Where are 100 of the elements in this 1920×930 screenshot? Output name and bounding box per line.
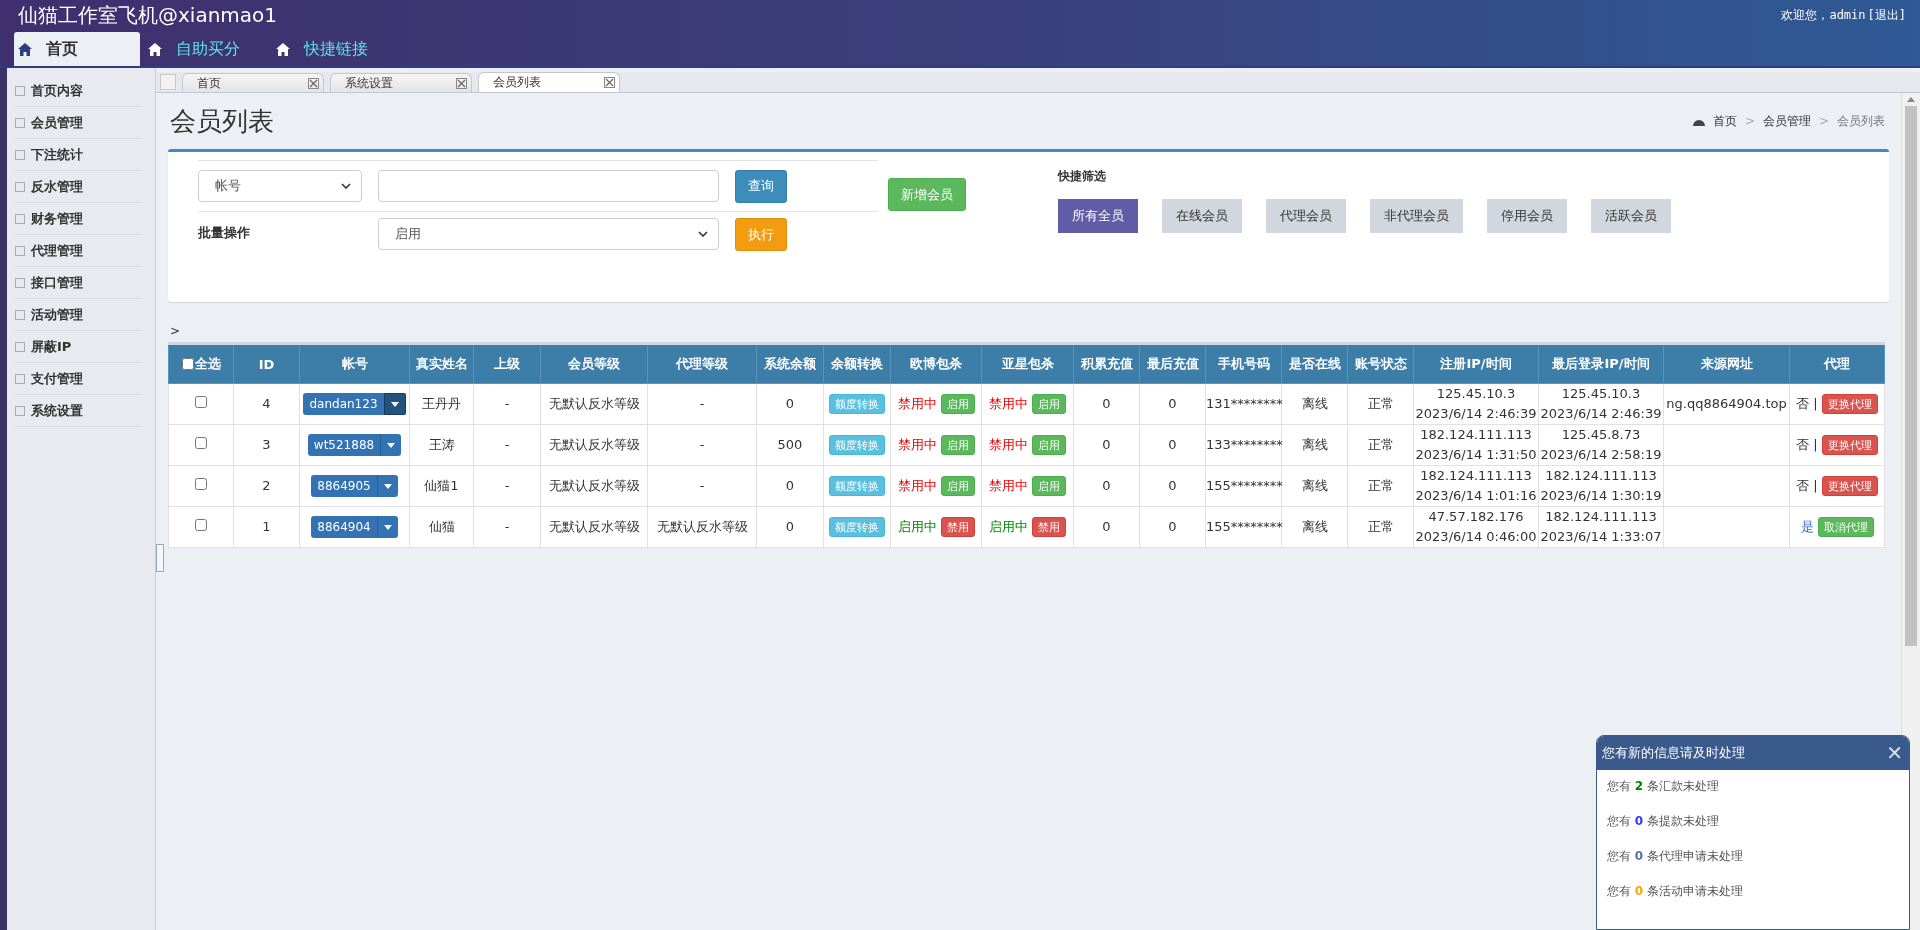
quick-filter-title: 快捷筛选 — [1058, 168, 1107, 185]
logout-link[interactable]: [退出] — [1867, 6, 1906, 24]
toggle-button[interactable]: 禁用 — [940, 517, 975, 537]
sidebar-item[interactable]: 下注统计 — [15, 140, 141, 171]
close-icon[interactable] — [604, 77, 615, 88]
breadcrumb-separator: > — [1744, 114, 1755, 128]
caret-icon — [383, 483, 392, 489]
breadcrumb-link[interactable]: 会员列表 — [1837, 112, 1885, 130]
time-text: 2023/6/14 1:01:16 — [1414, 487, 1538, 505]
close-icon[interactable] — [308, 77, 319, 89]
account-dropdown[interactable]: dandan123 — [303, 393, 406, 415]
status-text: 禁用中 — [989, 477, 1028, 495]
sidebar-item[interactable]: 财务管理 — [15, 204, 141, 235]
sidebar-item[interactable]: 屏蔽IP — [15, 332, 141, 363]
table-cell: 王涛 — [409, 424, 474, 466]
field-select[interactable]: 帐号 — [198, 170, 362, 202]
account-dropdown[interactable]: wt521888 — [307, 434, 402, 456]
row-checkbox[interactable] — [195, 396, 207, 408]
sidebar-item[interactable]: 反水管理 — [15, 172, 141, 203]
query-button[interactable]: 查询 — [735, 169, 787, 203]
row-checkbox[interactable] — [195, 437, 207, 449]
account-dropdown[interactable]: 8864905 — [311, 475, 398, 497]
notification-text: 您有 0 条提款未处理 — [1607, 813, 1720, 830]
page-tab[interactable]: 首页 — [182, 73, 324, 92]
column-header: 会员等级 — [540, 343, 648, 384]
column-header: 亚星包杀 — [981, 343, 1074, 384]
close-icon[interactable] — [456, 77, 467, 89]
column-header: 余额转换 — [823, 343, 891, 384]
select-all-label: 全选 — [194, 355, 221, 373]
table-cell: 500 — [756, 424, 824, 466]
table-cell: 离线 — [1281, 465, 1348, 507]
close-button[interactable]: ✕ — [1886, 741, 1903, 765]
home-icon — [18, 42, 32, 56]
table-cell: - — [647, 424, 757, 466]
table-cell: 155******** — [1205, 506, 1282, 548]
sidebar-item[interactable]: 接口管理 — [15, 268, 141, 299]
filter-button[interactable]: 活跃会员 — [1591, 199, 1671, 233]
filter-button[interactable]: 代理会员 — [1266, 199, 1346, 233]
time-text: 2023/6/14 1:30:19 — [1539, 487, 1663, 505]
agent-button[interactable]: 更换代理 — [1821, 476, 1878, 496]
sidebar-item[interactable]: 代理管理 — [15, 236, 141, 267]
chevron-down-icon — [698, 231, 708, 237]
filter-button[interactable]: 所有全员 — [1058, 199, 1138, 233]
agent-button[interactable]: 更换代理 — [1821, 435, 1878, 455]
column-header: 是否在线 — [1281, 343, 1348, 384]
breadcrumb-link[interactable]: 首页 — [1712, 112, 1737, 130]
table-cell: 正常 — [1347, 424, 1414, 466]
time-text: 2023/6/14 0:46:00 — [1414, 528, 1538, 546]
nav-tab[interactable]: 快捷链接 — [268, 32, 396, 66]
toggle-button[interactable]: 禁用 — [1032, 517, 1066, 537]
sidebar-item[interactable]: 首页内容 — [15, 76, 141, 107]
ip-text: 182.124.111.113 — [1544, 508, 1658, 526]
nav-tab[interactable]: 首页 — [14, 32, 140, 66]
table-cell: 仙猫1 — [409, 465, 474, 507]
status-text: 禁用中 — [897, 477, 937, 495]
table-cell: - — [647, 465, 757, 507]
column-header: 积累充值 — [1073, 343, 1140, 384]
table-cell: 3 — [233, 424, 300, 466]
caret-icon — [383, 524, 392, 530]
collapse-handle[interactable] — [156, 544, 164, 572]
search-field[interactable] — [378, 170, 719, 202]
filter-button[interactable]: 在线会员 — [1162, 199, 1242, 233]
table-cell: 正常 — [1347, 383, 1414, 425]
table-cell: 无默认反水等级 — [540, 506, 648, 548]
sidebar-item[interactable]: 支付管理 — [15, 364, 141, 395]
table-cell: 无默认反水等级 — [540, 424, 648, 466]
account-dropdown[interactable]: 8864904 — [311, 516, 398, 538]
table-cell: 王丹丹 — [409, 383, 474, 425]
breadcrumb-link[interactable]: 会员管理 — [1762, 112, 1811, 130]
select-all-checkbox[interactable] — [181, 358, 194, 370]
ip-text: 47.57.182.176 — [1427, 508, 1525, 526]
page-tab[interactable]: 会员列表 — [478, 72, 620, 92]
table-cell: 无默认反水等级 — [540, 465, 648, 507]
column-header: 代理等级 — [647, 343, 757, 384]
sidebar-item[interactable]: 系统设置 — [15, 396, 141, 427]
agent-button[interactable]: 更换代理 — [1821, 394, 1878, 414]
marker-text: > — [170, 324, 182, 338]
sidebar-item[interactable]: 活动管理 — [15, 300, 141, 331]
table-cell: 正常 — [1347, 506, 1414, 548]
site-title: 仙猫工作室飞机@xianmao1 — [18, 1, 278, 29]
nav-tab[interactable]: 自助买分 — [140, 32, 268, 66]
table-cell: - — [473, 465, 541, 507]
column-header: 来源网址 — [1663, 343, 1790, 384]
home-icon — [148, 42, 162, 56]
notification-text: 您有 2 条汇款未处理 — [1607, 778, 1720, 795]
notification-text: 您有 0 条代理申请未处理 — [1607, 848, 1744, 865]
scroll-up-icon[interactable] — [1907, 97, 1915, 102]
filter-button[interactable]: 非代理会员 — [1370, 199, 1463, 233]
page-tab[interactable]: 系统设置 — [330, 73, 472, 92]
status-text: 启用中 — [989, 518, 1028, 536]
time-text: 2023/6/14 2:46:39 — [1539, 405, 1663, 423]
ip-text: 182.124.111.113 — [1544, 467, 1658, 485]
table-cell: 0 — [1073, 383, 1140, 425]
time-text: 2023/6/14 2:58:19 — [1539, 446, 1663, 464]
row-checkbox[interactable] — [195, 519, 207, 531]
filter-button[interactable]: 停用会员 — [1487, 199, 1567, 233]
agent-status: 是 — [1800, 518, 1814, 536]
row-checkbox[interactable] — [195, 478, 207, 490]
sidebar-item[interactable]: 会员管理 — [15, 108, 141, 139]
batch-select[interactable]: 启用 — [378, 218, 719, 250]
